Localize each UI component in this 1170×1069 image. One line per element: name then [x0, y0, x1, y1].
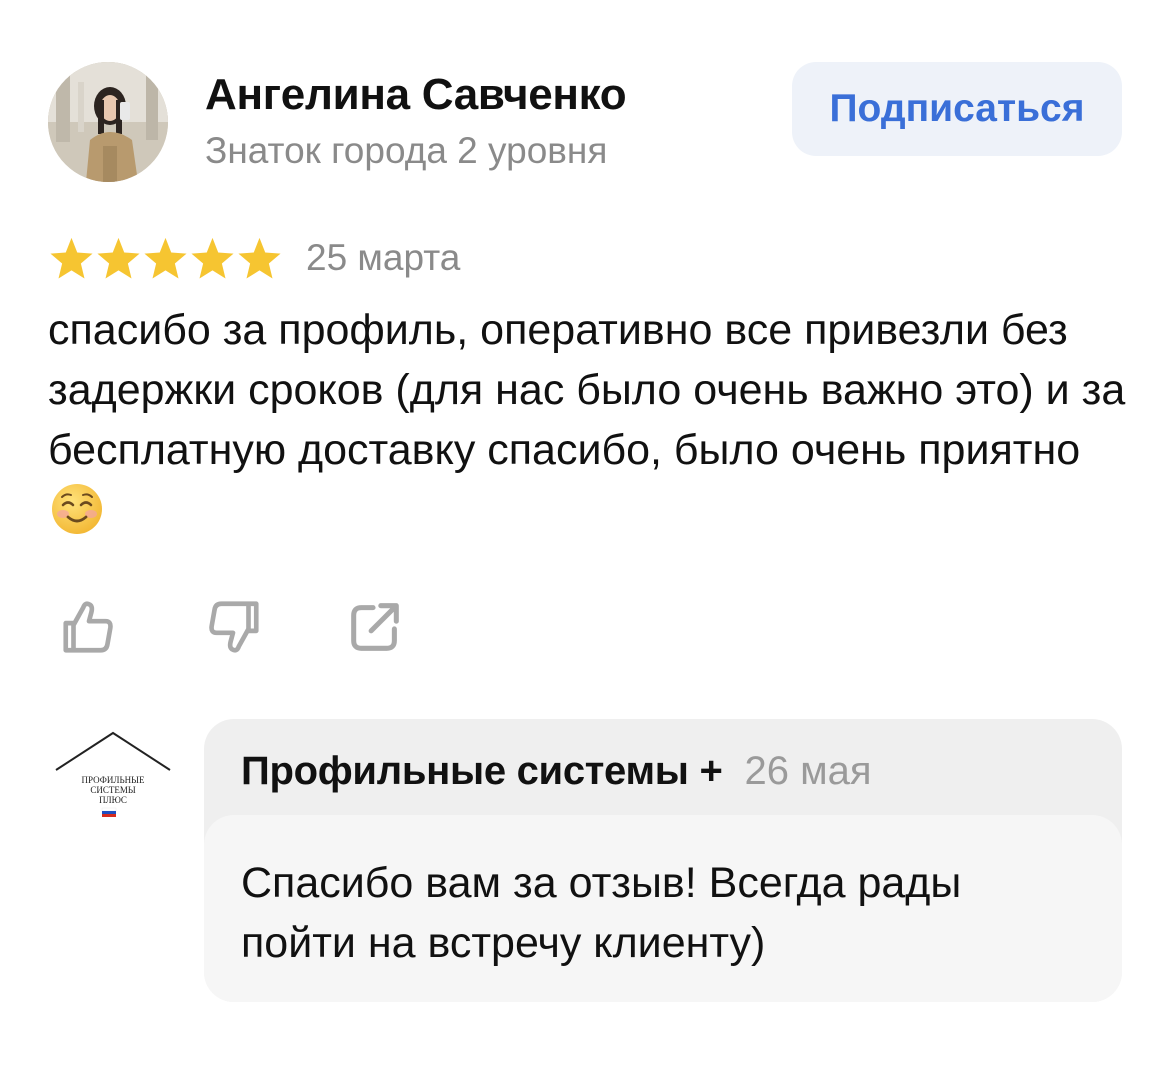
star-icon	[50, 237, 93, 279]
subscribe-button[interactable]: Подписаться	[792, 62, 1122, 156]
star-icon	[144, 237, 187, 279]
share-icon	[351, 602, 399, 651]
avatar-photo	[48, 62, 168, 182]
logo-line-3: ПЛЮС	[99, 795, 127, 805]
thumbs-down-icon	[209, 600, 259, 653]
logo-line-1: ПРОФИЛЬНЫЕ	[82, 775, 145, 785]
like-button[interactable]	[56, 595, 122, 661]
thumbs-up-icon	[63, 600, 113, 653]
author-level: Знаток города 2 уровня	[205, 130, 608, 171]
share-button[interactable]	[342, 595, 408, 661]
author-name[interactable]: Ангелина Савченко	[205, 70, 627, 120]
star-icon	[191, 237, 234, 279]
russian-flag-icon	[101, 807, 117, 817]
company-name[interactable]: Профильные системы +	[241, 749, 723, 793]
rating-stars	[48, 236, 283, 280]
reply-text: Спасибо вам за отзыв! Всегда рады пойти …	[241, 859, 962, 967]
company-reply-card: Профильные системы + 26 мая Спасибо вам з…	[204, 719, 1122, 1002]
smiling-face-emoji-icon	[52, 483, 102, 534]
star-icon	[238, 237, 281, 279]
logo-line-2: СИСТЕМЫ	[90, 785, 136, 795]
reply-header: Профильные системы + 26 мая	[241, 749, 872, 794]
reply-body: Спасибо вам за отзыв! Всегда рады пойти …	[204, 815, 1122, 1002]
star-icon	[97, 237, 140, 279]
company-logo[interactable]: ПРОФИЛЬНЫЕ СИСТЕМЫ ПЛЮС	[48, 730, 178, 830]
review-text-content: спасибо за профиль, оперативно все приве…	[48, 306, 1126, 474]
dislike-button[interactable]	[200, 595, 266, 661]
review-text: спасибо за профиль, оперативно все приве…	[48, 300, 1133, 540]
reply-date: 26 мая	[744, 749, 872, 793]
review-date: 25 марта	[306, 237, 461, 278]
author-avatar[interactable]	[48, 62, 168, 182]
